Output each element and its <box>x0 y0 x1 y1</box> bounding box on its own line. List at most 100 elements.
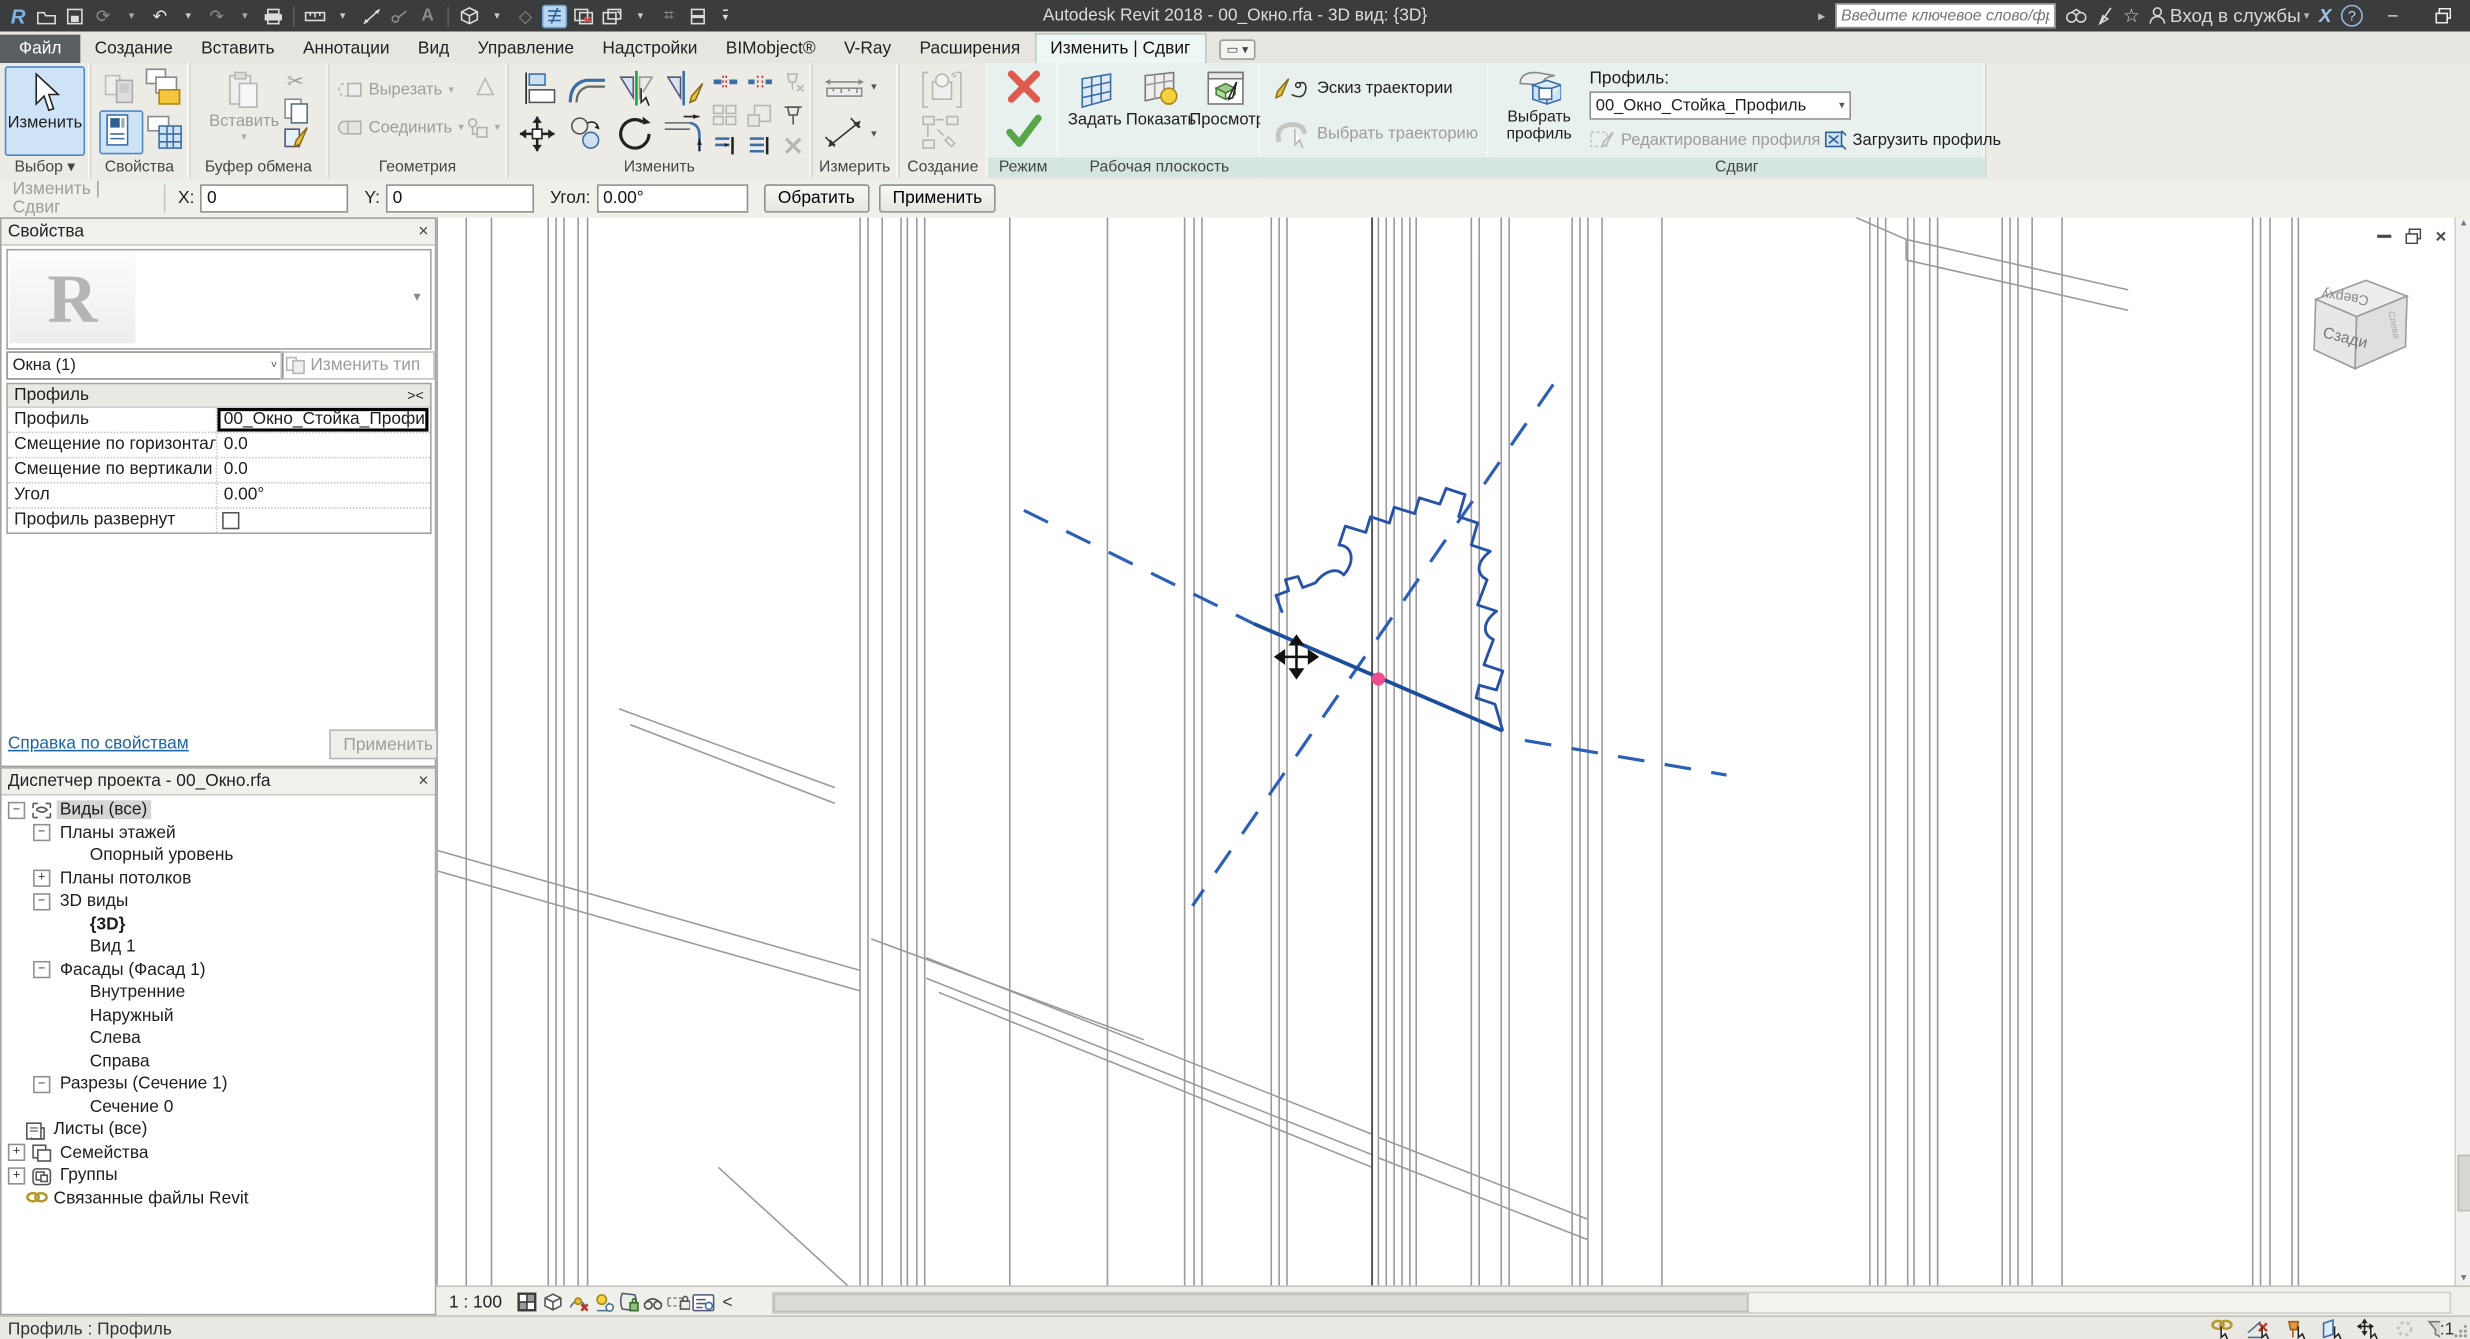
paste-button[interactable]: Вставить ▾ <box>208 66 280 156</box>
horizontal-scrollbar[interactable] <box>772 1292 2451 1314</box>
y-input[interactable] <box>386 184 534 212</box>
type-selector-dropdown-icon[interactable]: ▾ <box>413 288 420 305</box>
search-settings-icon[interactable] <box>2065 7 2087 24</box>
panel-workplane-label[interactable]: Рабочая плоскость <box>1059 158 1261 178</box>
copy-icon[interactable] <box>284 98 311 125</box>
text-icon[interactable]: A <box>416 4 440 28</box>
param-group-header[interactable]: Профиль˃˂ <box>8 384 430 408</box>
type-selector[interactable]: R ▾ <box>6 249 431 350</box>
create-group-icon[interactable] <box>922 69 963 110</box>
collapse-icon[interactable]: − <box>8 801 25 818</box>
communication-center-icon[interactable] <box>2096 6 2113 25</box>
move-icon[interactable] <box>517 113 558 154</box>
cut-icon[interactable]: ✂ <box>287 69 304 94</box>
sketch-path-button[interactable]: Эскиз траектории <box>1273 76 1453 101</box>
ribbon-state-toggle[interactable]: ▭ ▾ <box>1219 39 1256 59</box>
tree-item-elevations[interactable]: − Фасады (Фасад 1) <box>5 959 432 982</box>
viewcube[interactable]: Сверху Сзади Слева <box>2297 265 2429 404</box>
open-icon[interactable] <box>35 4 59 28</box>
tree-item-view1[interactable]: Вид 1 <box>5 936 432 959</box>
reverse-button[interactable]: Обратить <box>764 184 869 212</box>
select-underlay-icon[interactable] <box>2246 1319 2273 1339</box>
split-gap-icon[interactable] <box>747 72 774 91</box>
load-profile-button[interactable]: Загрузить профиль <box>1823 129 2002 149</box>
collapse-icon[interactable]: − <box>33 824 50 841</box>
tab-create[interactable]: Создание <box>80 35 187 63</box>
copy-tool-icon[interactable] <box>567 113 605 151</box>
undo-dropdown-icon[interactable]: ▾ <box>176 4 200 28</box>
select-links-icon[interactable] <box>2210 1319 2237 1339</box>
3d-view-dropdown-icon[interactable]: ▾ <box>485 4 509 28</box>
trim-extend-single-icon[interactable] <box>712 135 739 155</box>
tree-item-exterior[interactable]: Наружный <box>5 1004 432 1027</box>
drag-on-selection-icon[interactable] <box>2355 1319 2382 1339</box>
panel-create-label[interactable]: Создание <box>898 158 988 178</box>
sun-path-icon[interactable] <box>565 1291 590 1313</box>
offset-icon[interactable] <box>567 71 608 106</box>
temporary-hide-icon[interactable] <box>641 1291 666 1313</box>
tree-item-floorplans[interactable]: − Планы этажей <box>5 822 432 845</box>
help-icon[interactable]: ? <box>2341 5 2363 27</box>
search-input[interactable] <box>1835 3 2056 28</box>
exchange-apps-icon[interactable]: X <box>2319 5 2332 27</box>
trim-corner-icon[interactable] <box>662 113 706 154</box>
vert-offset-value[interactable]: 0.0 <box>216 458 430 482</box>
angle-value[interactable]: 0.00° <box>216 484 430 508</box>
view-restore-icon[interactable] <box>2405 228 2421 244</box>
crop-view-icon[interactable] <box>615 1291 640 1313</box>
measure-icon[interactable] <box>302 4 326 28</box>
view-scale-button[interactable]: 1 : 100 <box>449 1293 502 1312</box>
tab-insert[interactable]: Вставить <box>187 35 289 63</box>
revit-logo[interactable]: R <box>6 4 30 28</box>
trim-extend-multi-icon[interactable] <box>747 135 774 155</box>
tab-file[interactable]: Файл <box>0 35 80 63</box>
tree-item-reflevel[interactable]: Опорный уровень <box>5 844 432 867</box>
horizontal-scroll-thumb[interactable] <box>773 1293 1748 1312</box>
close-hidden-windows-icon[interactable] <box>572 4 596 28</box>
expand-icon[interactable]: + <box>8 1167 25 1184</box>
panel-select-label[interactable]: Выбор ▾ <box>0 158 90 178</box>
match-properties-icon[interactable] <box>284 126 311 151</box>
close-icon[interactable]: × <box>418 222 428 241</box>
tab-annotate[interactable]: Аннотации <box>289 35 404 63</box>
tree-item-3dviews[interactable]: − 3D виды <box>5 890 432 913</box>
tree-item-revit-links[interactable]: Связанные файлы Revit <box>5 1187 432 1210</box>
match-type-icon[interactable] <box>143 66 182 107</box>
profile-flipped-checkbox[interactable] <box>222 512 239 529</box>
filter-icon[interactable]: :1 <box>2428 1319 2455 1339</box>
panel-geometry-label[interactable]: Геометрия <box>328 158 508 178</box>
sync-dropdown-icon[interactable]: ▾ <box>120 4 144 28</box>
properties-palette-icon[interactable] <box>99 110 143 154</box>
tree-item-sheets[interactable]: Листы (все) <box>5 1118 432 1141</box>
sync-icon[interactable]: ⟳ <box>91 4 115 28</box>
tree-item-groups[interactable]: + Группы <box>5 1164 432 1187</box>
grid-icon[interactable]: ⌗ <box>657 4 681 28</box>
tab-addins[interactable]: Надстройки <box>588 35 711 63</box>
qat-customize-icon[interactable]: ▾ <box>714 4 738 28</box>
view-close-icon[interactable]: × <box>2435 225 2446 247</box>
demolish-icon[interactable] <box>473 76 498 100</box>
mirror-draw-axis-icon[interactable] <box>665 69 706 107</box>
tree-item-views[interactable]: − Виды (все) <box>5 799 432 822</box>
tree-item-families[interactable]: + Семейства <box>5 1141 432 1164</box>
aligned-dim-tool-button[interactable]: ▾ <box>824 117 877 152</box>
properties-help-link[interactable]: Справка по свойствам <box>8 734 189 753</box>
tab-vray[interactable]: V-Ray <box>830 35 906 63</box>
undo-icon[interactable]: ↶ <box>148 4 172 28</box>
vertical-scroll-thumb[interactable] <box>2457 1155 2470 1212</box>
angle-input[interactable] <box>597 184 748 212</box>
x-input[interactable] <box>201 184 349 212</box>
editable-only-icon[interactable] <box>2391 1319 2418 1339</box>
switch-windows-dropdown-icon[interactable]: ▾ <box>629 4 653 28</box>
param-row[interactable]: Профиль 00_Окно_Стойка_Профил <box>8 408 430 433</box>
create-similar-icon[interactable] <box>922 115 963 153</box>
tab-bimobject[interactable]: BIMobject® <box>712 35 830 63</box>
switch-windows-icon[interactable] <box>600 4 624 28</box>
cancel-sweep-icon[interactable] <box>1005 68 1043 106</box>
thin-lines-icon[interactable] <box>542 4 567 28</box>
profile-dropdown[interactable]: 00_Окно_Стойка_Профиль ▾ <box>1589 91 1850 119</box>
set-workplane-button[interactable]: Задать <box>1062 68 1128 156</box>
aligned-dimension-icon[interactable] <box>359 4 383 28</box>
expand-icon[interactable]: + <box>33 870 50 887</box>
scroll-down-icon[interactable]: ▼ <box>2459 1274 2468 1283</box>
